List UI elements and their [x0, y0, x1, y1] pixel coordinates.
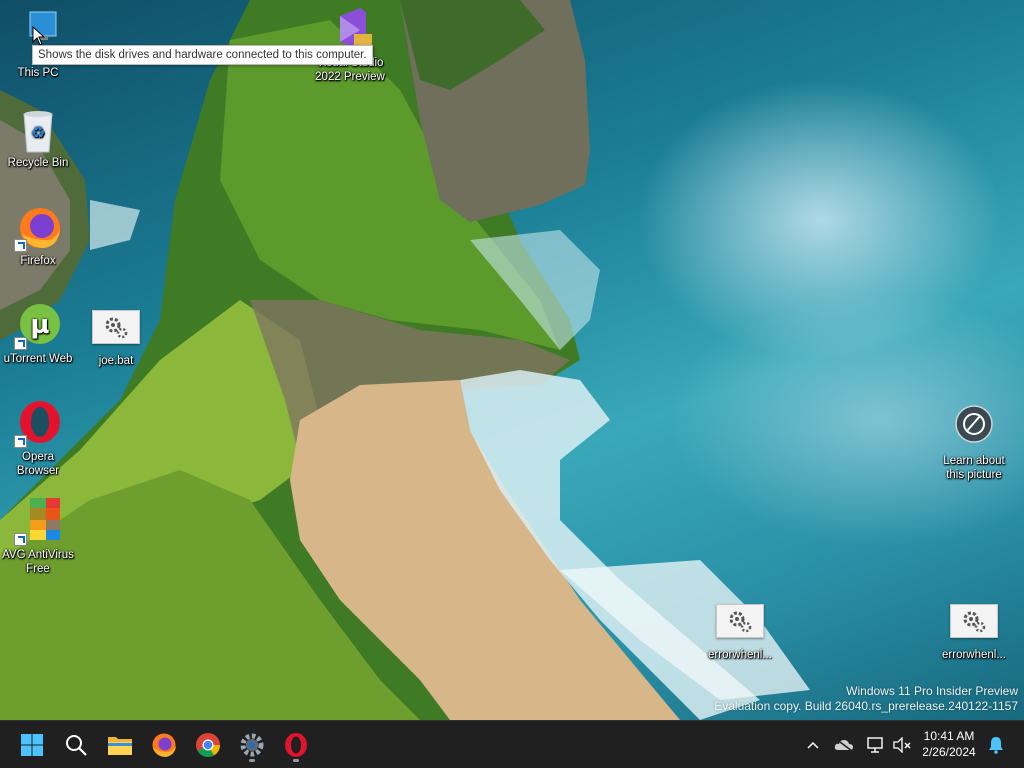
avg-icon — [14, 498, 62, 546]
svg-text:♻: ♻ — [31, 125, 45, 142]
opera-icon — [285, 733, 307, 757]
bell-icon — [989, 736, 1003, 754]
desktop-icon-label: joe.bat — [98, 355, 134, 367]
utorrent-icon: µ — [14, 302, 62, 350]
tooltip: Shows the disk drives and hardware conne… — [32, 45, 373, 65]
onedrive-tray-button[interactable] — [832, 721, 856, 768]
desktop-icon-label: Recycle Bin — [7, 157, 69, 169]
desktop-icon-label: uTorrent Web — [3, 353, 73, 365]
desktop-icon-errorwhenl-1[interactable]: errorwhenl... — [702, 596, 778, 662]
start-button[interactable] — [14, 727, 50, 763]
clock-time: 10:41 AM — [923, 729, 975, 743]
chrome-icon — [196, 733, 220, 758]
batch-file-gear-icon — [950, 604, 998, 638]
search-button[interactable] — [58, 727, 94, 763]
taskbar: 10:41 AM 2/26/2024 — [0, 720, 1024, 768]
desktop-icon-label: errorwhenl... — [708, 649, 772, 661]
recycle-bin-icon: ♻ — [14, 106, 62, 154]
cloud-offline-icon — [834, 737, 853, 752]
shortcut-arrow-icon — [14, 533, 27, 546]
clock-button[interactable]: 10:41 AM 2/26/2024 — [914, 728, 984, 760]
svg-text:µ: µ — [30, 310, 49, 340]
desktop-icon-label: Firefox — [20, 255, 56, 267]
shortcut-arrow-icon — [14, 239, 27, 252]
search-icon — [66, 735, 87, 756]
desktop-icon-firefox[interactable]: Firefox — [0, 204, 76, 268]
windows-logo-icon — [21, 734, 43, 756]
mouse-cursor-icon — [32, 26, 46, 46]
desktop-icon-label: Learn about this picture — [943, 455, 1005, 481]
shortcut-arrow-icon — [14, 337, 27, 350]
camera-info-icon — [950, 404, 998, 452]
notifications-button[interactable] — [984, 721, 1008, 768]
watermark-line-2: Evaluation copy. Build 26040.rs_prerelea… — [714, 699, 1018, 713]
taskbar-settings-button[interactable] — [234, 727, 270, 763]
file-explorer-button[interactable] — [102, 727, 138, 763]
volume-tray-button[interactable] — [890, 721, 914, 768]
firefox-icon — [14, 204, 62, 252]
watermark-line-1: Windows 11 Pro Insider Preview — [846, 684, 1018, 698]
desktop-icon-label: errorwhenl... — [942, 649, 1006, 661]
folder-icon — [108, 737, 132, 755]
taskbar-chrome-button[interactable] — [190, 727, 226, 763]
taskbar-opera-button[interactable] — [278, 727, 314, 763]
build-watermark: Windows 11 Pro Insider Preview Evaluatio… — [714, 684, 1018, 714]
desktop-icon-label: This PC — [17, 67, 59, 79]
shortcut-arrow-icon — [14, 435, 27, 448]
desktop-icon-errorwhenl-2[interactable]: errorwhenl... — [936, 596, 1012, 662]
firefox-icon — [152, 733, 176, 757]
desktop-icon-opera-browser[interactable]: Opera Browser — [0, 400, 76, 478]
show-hidden-icons-button[interactable] — [802, 721, 824, 768]
network-disconnected-icon — [867, 736, 883, 753]
clock-date: 2/26/2024 — [922, 745, 976, 759]
desktop-icon-label: AVG AntiVirus Free — [2, 549, 74, 575]
chevron-up-icon — [807, 741, 819, 749]
desktop-icon-utorrent-web[interactable]: µ uTorrent Web — [0, 302, 76, 366]
desktop-icon-label: Opera Browser — [16, 451, 60, 477]
desktop-icon-recycle-bin[interactable]: ♻ Recycle Bin — [0, 106, 76, 170]
taskbar-firefox-button[interactable] — [146, 727, 182, 763]
batch-file-gear-icon — [716, 604, 764, 638]
desktop-icon-avg-antivirus[interactable]: AVG AntiVirus Free — [0, 498, 76, 576]
running-indicator — [293, 759, 299, 762]
gear-icon — [240, 733, 264, 757]
running-indicator — [249, 759, 255, 762]
batch-file-gear-icon — [92, 310, 140, 344]
desktop-icon-learn-about-picture[interactable]: Learn about this picture — [936, 404, 1012, 482]
opera-icon — [14, 400, 62, 448]
desktop-icon-joe-bat[interactable]: joe.bat — [78, 302, 154, 368]
network-tray-button[interactable] — [864, 721, 888, 768]
desktop[interactable]: Shows the disk drives and hardware conne… — [0, 0, 1024, 720]
volume-muted-icon — [893, 736, 911, 753]
